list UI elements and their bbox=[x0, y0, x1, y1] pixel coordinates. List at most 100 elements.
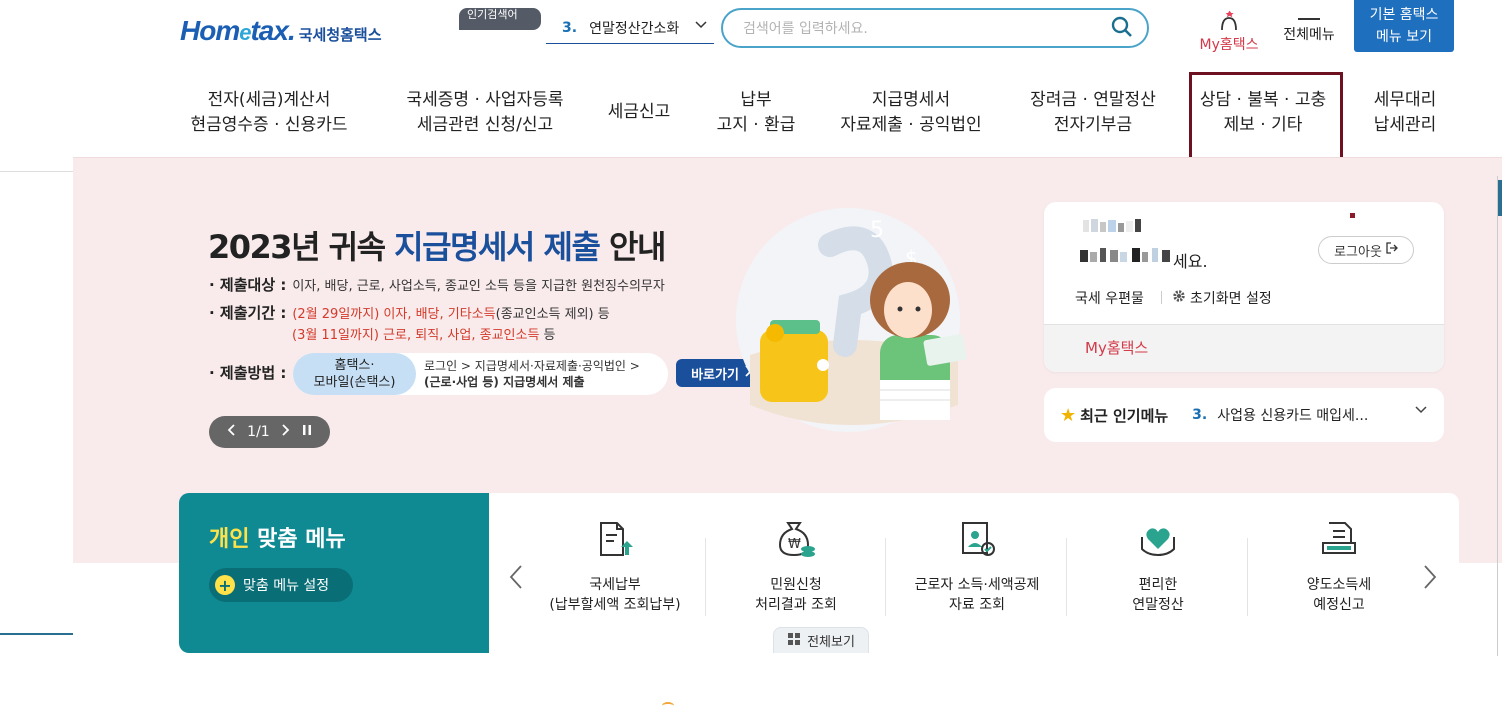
nav-label: 장려금 · 연말정산 bbox=[1030, 90, 1156, 110]
menu-divider bbox=[1066, 538, 1067, 616]
pager-prev-icon[interactable] bbox=[227, 424, 235, 440]
worker-document-icon bbox=[887, 517, 1067, 561]
user-name-redacted bbox=[1081, 217, 1145, 235]
init-setting-label: 초기화면 설정 bbox=[1190, 291, 1272, 307]
popular-title: 최근 인기메뉴 bbox=[1080, 406, 1169, 425]
custom-menu-title: 개인 맞춤 메뉴 bbox=[209, 521, 346, 553]
nav-label: 국세증명 · 사업자등록 bbox=[406, 90, 564, 110]
popular-search-tag: 인기검색어 bbox=[459, 8, 541, 30]
nav-year-end[interactable]: 장려금 · 연말정산 전자기부금 bbox=[1023, 88, 1163, 138]
nav-payment-statement[interactable]: 지급명세서 자료제출 · 공익법인 bbox=[837, 88, 985, 138]
target-key: · 제출대상 : bbox=[209, 276, 287, 294]
logo-korean-name: 국세청홈택스 bbox=[298, 25, 382, 44]
custom-title-highlight: 개인 bbox=[209, 527, 250, 552]
tax-payment-icon bbox=[525, 517, 705, 561]
rank-number: 3. bbox=[562, 19, 578, 36]
custom-menu-setting-button[interactable]: + 맞춤 메뉴 설정 bbox=[209, 568, 353, 602]
menu-label: 근로자 소득·세액공제 자료 조회 bbox=[887, 575, 1067, 615]
period-line2-gray: 등 bbox=[539, 328, 556, 343]
nav-tax-agent[interactable]: 세무대리 납세관리 bbox=[1363, 88, 1447, 138]
banner-title-pre: 2023년 귀속 bbox=[208, 228, 395, 266]
svg-text:5: 5 bbox=[870, 218, 884, 243]
popular-search-select[interactable]: 3. 연말정산간소화 bbox=[546, 12, 714, 44]
left-side-panel bbox=[0, 171, 73, 635]
view-all-button[interactable]: 전체보기 bbox=[773, 627, 869, 653]
menu-label-line2: (납부할세액 조회납부) bbox=[549, 597, 681, 613]
menu-label-line2: 처리결과 조회 bbox=[755, 597, 837, 613]
custom-setting-label: 맞춤 메뉴 설정 bbox=[243, 578, 330, 594]
nav-label: 납세관리 bbox=[1373, 115, 1437, 135]
heart-hands-icon bbox=[1068, 517, 1248, 561]
search-icon[interactable] bbox=[1111, 16, 1133, 38]
full-menu-label: 전체메뉴 bbox=[1283, 27, 1335, 43]
nav-label: 자료제출 · 공익법인 bbox=[840, 115, 982, 135]
chevron-down-icon bbox=[1414, 403, 1428, 421]
search-input[interactable]: 검색어를 입력하세요. bbox=[721, 8, 1149, 48]
chevron-down-icon bbox=[694, 18, 708, 36]
method-chip-line1: 홈택스· bbox=[334, 358, 375, 373]
banner-title-post: 안내 bbox=[599, 228, 666, 266]
grid-icon bbox=[787, 632, 801, 650]
banner-period-row: · 제출기간 : (2월 29일까지) 이자, 배당, 기타소득(종교인소득 제외… bbox=[209, 302, 610, 323]
menu-easy-year-end[interactable]: 편리한 연말정산 bbox=[1068, 517, 1248, 615]
nav-certificate[interactable]: 국세증명 · 사업자등록 세금관련 신청/신고 bbox=[395, 88, 575, 138]
menu-label: 국세납부 (납부할세액 조회납부) bbox=[525, 575, 705, 615]
method-path-line1: 로그인 > 지급명세서·자료제출·공익법인 > bbox=[424, 359, 640, 373]
nav-label: 납부 bbox=[740, 90, 772, 110]
recent-popular-menu[interactable]: ★ 최근 인기메뉴 3. 사업용 신용카드 매입세... bbox=[1044, 388, 1444, 442]
bottom-decoration bbox=[662, 702, 674, 710]
nav-label: 지급명세서 bbox=[871, 90, 951, 110]
money-bag-icon: ₩ bbox=[706, 517, 886, 561]
nav-label: 전자(세금)계산서 bbox=[207, 90, 331, 110]
logout-label: 로그아웃 bbox=[1334, 244, 1382, 260]
right-side-scroll-edge bbox=[1497, 176, 1502, 656]
menu-label: 민원신청 처리결과 조회 bbox=[706, 575, 886, 615]
notification-dot bbox=[1350, 213, 1355, 218]
carousel-prev-icon[interactable] bbox=[508, 563, 524, 598]
method-path-line2: (근로·사업 등) 지급명세서 제출 bbox=[424, 375, 585, 389]
menu-label-line2: 자료 조회 bbox=[949, 597, 1005, 613]
pager-next-icon[interactable] bbox=[282, 424, 290, 440]
banner-pager: 1/1 bbox=[209, 416, 330, 448]
menu-divider bbox=[1247, 538, 1248, 616]
menu-label-line2: 예정신고 bbox=[1313, 597, 1365, 613]
nav-tax-filing[interactable]: 세금신고 bbox=[599, 100, 679, 125]
custom-title-rest: 맞춤 메뉴 bbox=[249, 527, 346, 552]
basic-menu-button[interactable]: 기본 홈택스 메뉴 보기 bbox=[1354, 0, 1454, 52]
target-text: 이자, 배당, 근로, 사업소득, 종교인 소득 등을 지급한 원천징수의무자 bbox=[292, 279, 665, 294]
init-screen-setting-link[interactable]: 초기화면 설정 bbox=[1172, 288, 1272, 308]
nav-payment[interactable]: 납부 고지 · 환급 bbox=[711, 88, 801, 138]
logo-wordmark: Hometax. bbox=[180, 15, 296, 46]
method-chip-line2: 모바일(손택스) bbox=[313, 375, 396, 390]
menu-transfer-income-tax[interactable]: 양도소득세 예정신고 bbox=[1249, 517, 1429, 615]
my-hometax-button[interactable]: My홈택스 bbox=[1194, 10, 1264, 54]
logout-button[interactable]: 로그아웃 bbox=[1318, 236, 1414, 264]
banner-title-highlight: 지급명세서 제출 bbox=[394, 228, 601, 266]
menu-label-line1: 근로자 소득·세액공제 bbox=[914, 577, 1040, 593]
menu-label-line1: 국세납부 bbox=[589, 577, 641, 593]
banner-method-row: · 제출방법 : bbox=[209, 362, 292, 383]
hometax-logo[interactable]: Hometax. 국세청홈택스 bbox=[180, 8, 382, 54]
period-line2-red: (3월 11일까지) 근로, 퇴직, 사업, 종교인소득 bbox=[292, 328, 540, 343]
pause-icon[interactable] bbox=[302, 424, 312, 440]
basic-menu-label-1: 기본 홈택스 bbox=[1369, 7, 1439, 23]
scroll-thumb[interactable] bbox=[1498, 180, 1502, 216]
menu-tax-payment[interactable]: 국세납부 (납부할세액 조회납부) bbox=[525, 517, 705, 615]
menu-worker-deduction[interactable]: 근로자 소득·세액공제 자료 조회 bbox=[887, 517, 1067, 615]
nav-label: 세금관련 신청/신고 bbox=[416, 115, 554, 135]
nav-label: 현금영수증 · 신용카드 bbox=[190, 115, 348, 135]
gear-icon bbox=[1172, 289, 1186, 307]
nav-label: 전자기부금 bbox=[1053, 115, 1133, 135]
menu-label: 양도소득세 예정신고 bbox=[1249, 575, 1429, 615]
menu-label-line2: 연말정산 bbox=[1132, 597, 1184, 613]
menu-civil-application[interactable]: ₩ 민원신청 처리결과 조회 bbox=[706, 517, 886, 615]
basic-menu-label-2: 메뉴 보기 bbox=[1376, 29, 1432, 45]
full-menu-button[interactable]: 전체메뉴 bbox=[1278, 10, 1340, 44]
tax-mail-link[interactable]: 국세 우편물 bbox=[1075, 288, 1144, 308]
nav-e-invoice[interactable]: 전자(세금)계산서 현금영수증 · 신용카드 bbox=[183, 88, 355, 138]
transfer-document-icon bbox=[1249, 517, 1429, 561]
pager-count: 1/1 bbox=[247, 424, 270, 440]
my-hometax-link[interactable]: My홈택스 bbox=[1085, 337, 1148, 358]
person-heart-icon bbox=[1194, 10, 1264, 31]
view-all-label: 전체보기 bbox=[807, 635, 855, 650]
